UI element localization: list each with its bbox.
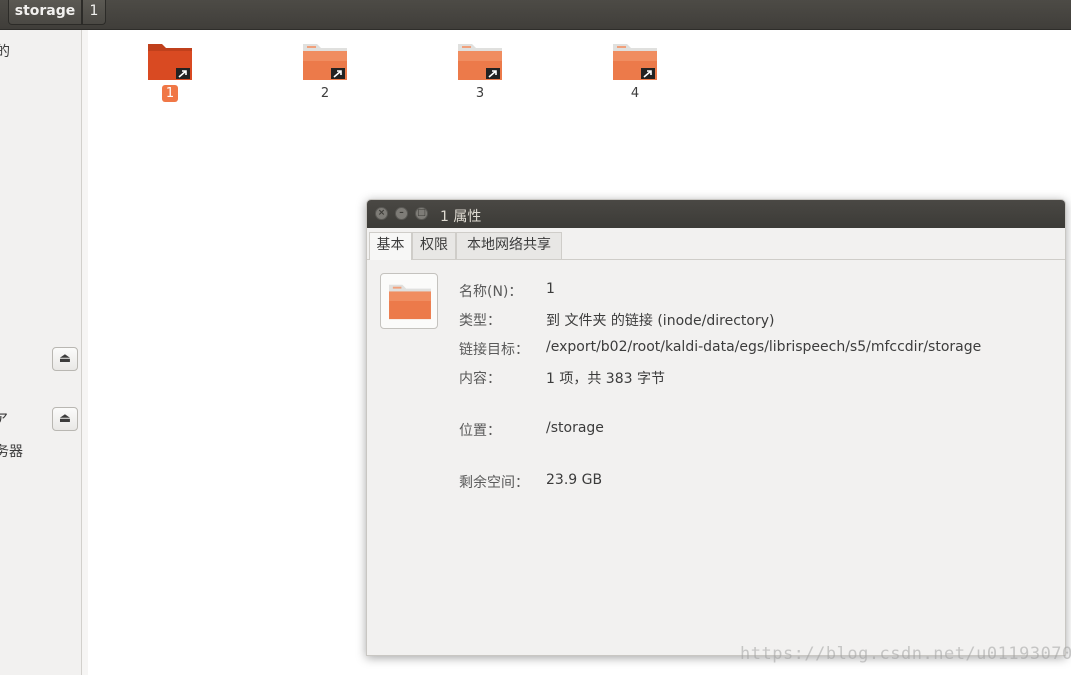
properties-dialog: × – □ 1 属性 基本 权限 本地网络共享 名称(N)： 1 类型： 到 文… xyxy=(366,199,1066,656)
eject-icon[interactable]: ⏏ xyxy=(52,407,78,431)
folder-link-icon xyxy=(148,44,192,80)
tab-local-network-share[interactable]: 本地网络共享 xyxy=(456,232,562,259)
name-value[interactable]: 1 xyxy=(546,281,555,297)
location-label: 位置： xyxy=(459,423,501,439)
path-bar: storage 1 xyxy=(0,0,1071,30)
tab-basic[interactable]: 基本 xyxy=(369,232,412,260)
file-name: 3 xyxy=(475,86,485,101)
folder-link-icon xyxy=(458,44,502,80)
close-icon[interactable]: × xyxy=(375,207,388,220)
name-label: 名称(N)： xyxy=(459,284,523,300)
contents-value: 1 项，共 383 字节 xyxy=(546,371,665,387)
type-label: 类型： xyxy=(459,313,501,329)
contents-label: 内容： xyxy=(459,371,501,387)
free-space-label: 剩余空间： xyxy=(459,475,529,491)
type-value: 到 文件夹 的链接 (inode/directory) xyxy=(546,313,775,329)
location-value: /storage xyxy=(546,420,604,436)
file-name: 2 xyxy=(320,86,330,101)
file-item-1[interactable]: 1 xyxy=(130,40,210,102)
free-space-value: 23.9 GB xyxy=(546,472,603,488)
folder-link-icon xyxy=(613,44,657,80)
sidebar-item-label[interactable]: ア xyxy=(0,409,8,429)
folder-icon xyxy=(389,284,431,320)
maximize-icon[interactable]: □ xyxy=(415,207,428,220)
eject-icon[interactable]: ⏏ xyxy=(52,347,78,371)
breadcrumb-storage[interactable]: storage xyxy=(8,0,82,25)
sidebar-item-label[interactable]: 务器 xyxy=(0,441,23,461)
tab-permissions[interactable]: 权限 xyxy=(412,232,456,259)
dialog-title: 1 属性 xyxy=(440,209,482,225)
folder-link-icon xyxy=(303,44,347,80)
file-item-4[interactable]: 4 xyxy=(595,40,675,102)
file-item-3[interactable]: 3 xyxy=(440,40,520,102)
tab-bar: 基本 权限 本地网络共享 xyxy=(367,229,1065,260)
link-target-value: /export/b02/root/kaldi-data/egs/librispe… xyxy=(546,339,982,355)
dialog-titlebar[interactable]: × – □ 1 属性 xyxy=(367,200,1065,228)
minimize-icon[interactable]: – xyxy=(395,207,408,220)
sidebar-divider[interactable] xyxy=(82,30,88,675)
file-name: 4 xyxy=(630,86,640,101)
link-target-label: 链接目标： xyxy=(459,342,529,358)
file-item-2[interactable]: 2 xyxy=(285,40,365,102)
file-name: 1 xyxy=(161,85,179,102)
breadcrumb-1[interactable]: 1 xyxy=(82,0,106,25)
folder-icon-button[interactable] xyxy=(380,273,438,329)
sidebar-item-label[interactable]: 的 xyxy=(0,41,10,61)
watermark: https://blog.csdn.net/u011930705 xyxy=(740,644,1071,664)
sidebar: 的 ⏏ ア ⏏ 务器 xyxy=(0,30,82,675)
